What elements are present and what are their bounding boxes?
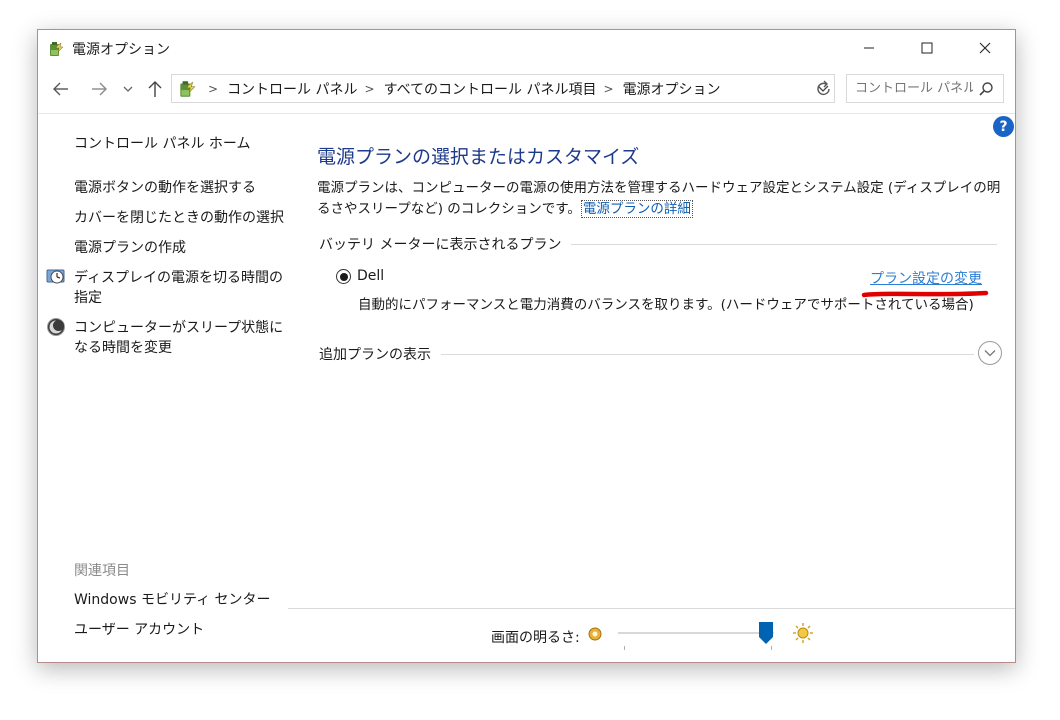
chevron-right-icon[interactable]: > [208, 82, 218, 96]
sidebar-link-create-plan[interactable]: 電源プランの作成 [74, 238, 186, 258]
bottom-divider [288, 608, 1015, 609]
battery-meter-plans-section: バッテリ メーターに表示されるプラン [319, 234, 997, 254]
refresh-icon[interactable] [814, 78, 834, 100]
related-link-user-accounts[interactable]: ユーザー アカウント [74, 620, 204, 640]
slider-track[interactable] [618, 632, 774, 634]
navigation-bar: > コントロール パネル > すべてのコントロール パネル項目 > 電源オプショ… [38, 68, 1015, 110]
recent-locations-button[interactable] [120, 77, 136, 101]
sun-dim-icon [588, 627, 602, 641]
power-options-location-icon [180, 80, 196, 97]
change-plan-settings-link[interactable]: プラン設定の変更 [870, 268, 982, 288]
red-annotation-underline [861, 290, 989, 298]
power-options-window: 電源オプション > コントロール パネル > すべてのコントロール パネル項目 … [37, 29, 1016, 663]
back-button[interactable] [49, 77, 73, 101]
arrow-left-icon [53, 82, 68, 96]
expand-additional-plans-button[interactable] [978, 341, 1002, 365]
title-bar[interactable]: 電源オプション [38, 30, 1015, 68]
slider-thumb[interactable] [759, 622, 773, 644]
address-bar[interactable]: > コントロール パネル > すべてのコントロール パネル項目 > 電源オプショ… [171, 74, 835, 103]
chevron-right-icon[interactable]: > [365, 82, 375, 96]
related-link-mobility-center[interactable]: Windows モビリティ センター [74, 590, 271, 610]
up-button[interactable] [144, 77, 166, 101]
forward-button[interactable] [87, 77, 111, 101]
arrow-right-icon [92, 82, 107, 96]
help-button[interactable]: ? [993, 116, 1014, 137]
breadcrumb-power-options[interactable]: 電源オプション [623, 79, 721, 99]
search-icon[interactable] [978, 81, 994, 97]
chevron-right-icon[interactable]: > [604, 82, 614, 96]
section-divider [441, 353, 974, 355]
sidebar: コントロール パネル ホーム 電源ボタンの動作を選択する カバーを閉じたときの動… [38, 114, 288, 662]
power-options-app-icon [50, 42, 64, 56]
chevron-down-icon [984, 350, 996, 357]
page-description: 電源プランは、コンピューターの電源の使用方法を管理するハードウェア設定とシステム… [317, 178, 1007, 220]
search-box[interactable] [846, 74, 1004, 103]
sidebar-link-power-button[interactable]: 電源ボタンの動作を選択する [74, 178, 256, 198]
breadcrumb-all-items[interactable]: すべてのコントロール パネル項目 [384, 79, 597, 99]
close-icon [979, 42, 991, 54]
plan-radio-dell[interactable] [336, 269, 351, 284]
sun-bright-icon [793, 623, 813, 643]
close-button[interactable] [956, 30, 1014, 66]
window-title: 電源オプション [72, 42, 170, 58]
sidebar-link-lid-close[interactable]: カバーを閉じたときの動作の選択 [74, 208, 284, 228]
power-plan-details-link[interactable]: 電源プランの詳細 [580, 200, 693, 218]
brightness-slider[interactable] [618, 622, 784, 652]
sidebar-link-control-panel-home[interactable]: コントロール パネル ホーム [74, 134, 250, 154]
maximize-icon [921, 42, 933, 54]
plan-name[interactable]: Dell [357, 268, 384, 284]
search-input[interactable] [855, 81, 973, 96]
maximize-button[interactable] [898, 30, 956, 66]
related-items-heading: 関連項目 [74, 563, 130, 579]
sidebar-link-display-off-time[interactable]: ディスプレイの電源を切る時間の指定 [74, 268, 284, 308]
battery-meter-plans-label: バッテリ メーターに表示されるプラン [319, 237, 562, 253]
page-title: 電源プランの選択またはカスタマイズ [317, 146, 640, 168]
display-clock-icon [46, 269, 65, 284]
sidebar-link-sleep-time[interactable]: コンピューターがスリープ状態になる時間を変更 [74, 318, 284, 358]
moon-sleep-icon [47, 318, 65, 336]
section-divider [571, 243, 997, 245]
additional-plans-section[interactable]: 追加プランの表示 [319, 344, 974, 364]
arrow-up-icon [148, 81, 162, 97]
minimize-button[interactable] [840, 30, 898, 66]
additional-plans-label[interactable]: 追加プランの表示 [319, 344, 431, 364]
minimize-icon [864, 47, 874, 49]
breadcrumb-control-panel[interactable]: コントロール パネル [227, 79, 357, 99]
chevron-down-icon [123, 86, 133, 92]
slider-tick [771, 646, 772, 650]
slider-tick [624, 646, 625, 650]
brightness-label: 画面の明るさ: [491, 630, 580, 646]
radio-selected-dot [339, 272, 348, 281]
